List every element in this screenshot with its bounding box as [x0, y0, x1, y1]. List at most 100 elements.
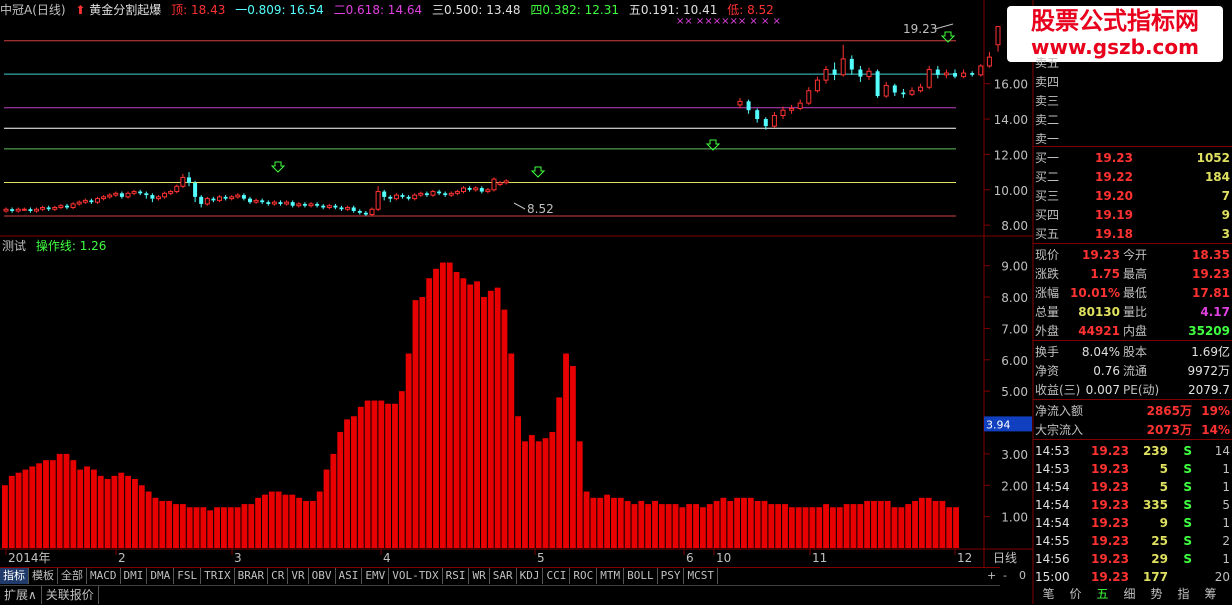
- candle-body: [150, 195, 155, 199]
- candle-body: [28, 209, 33, 212]
- indicator-bar: [43, 460, 49, 548]
- indicator-bar: [932, 500, 939, 548]
- tick-time: 14:53: [1035, 444, 1070, 458]
- candle-body: [978, 65, 984, 76]
- tab-SAR[interactable]: SAR: [490, 568, 517, 584]
- tab-CR[interactable]: CR: [268, 568, 289, 584]
- indicator-bar: [658, 504, 665, 548]
- tick-row: 14:55 19.23 25 S 2: [1033, 532, 1232, 550]
- tab-MTM[interactable]: MTM: [597, 568, 625, 584]
- buy-level-label: 买三: [1035, 189, 1060, 203]
- tab-FSL[interactable]: FSL: [174, 568, 202, 584]
- sell-level-row[interactable]: 卖三: [1033, 92, 1232, 110]
- indicator-bar: [918, 497, 925, 548]
- quote-value: 80130: [1078, 305, 1120, 319]
- tab-BOLL[interactable]: BOLL: [624, 568, 658, 584]
- operation-line-label: 操作线: 1.26: [35, 239, 107, 253]
- tab-VOL-TDX[interactable]: VOL-TDX: [389, 568, 443, 584]
- footer-tab-指[interactable]: 指: [1170, 585, 1197, 604]
- candle-body: [326, 205, 332, 208]
- indicator-bar: [672, 504, 679, 548]
- tick-direction: S: [1183, 534, 1192, 548]
- tab-模板[interactable]: 模板: [29, 568, 58, 584]
- tab-ROC[interactable]: ROC: [570, 568, 598, 584]
- footer-tab-价[interactable]: 价: [1062, 585, 1089, 604]
- sell-level-row[interactable]: 卖五: [1033, 54, 1232, 72]
- fib-top: 顶: 18.43: [171, 3, 226, 17]
- fundamental-row: 净资 0.76 流通 9972万: [1033, 362, 1232, 380]
- stock-title[interactable]: 中冠A(日线): [0, 3, 66, 17]
- tab-ASI[interactable]: ASI: [336, 568, 363, 584]
- tab-VR[interactable]: VR: [288, 568, 309, 584]
- tab-MACD[interactable]: MACD: [87, 568, 121, 584]
- candle-body: [369, 208, 375, 216]
- tab-RSI[interactable]: RSI: [443, 568, 470, 584]
- fundamental-value: 0.76: [1093, 364, 1120, 378]
- zoom-reset-button[interactable]: 0: [1019, 568, 1026, 584]
- indicator-bar: [227, 507, 234, 548]
- buy-level-row[interactable]: 买三 19.20 7: [1033, 187, 1232, 205]
- indicator-name[interactable]: 黄金分割起爆: [89, 3, 161, 17]
- candle-body: [746, 101, 751, 111]
- fundamental-label: 股本: [1123, 345, 1148, 359]
- bottom-tab-扩展∧[interactable]: 扩展∧: [0, 586, 42, 604]
- quote-label: 涨跌: [1035, 267, 1060, 281]
- candle-body: [789, 107, 795, 111]
- tab-CCI[interactable]: CCI: [543, 568, 571, 584]
- tab-OBV[interactable]: OBV: [309, 568, 336, 584]
- high-price-pointer: [934, 23, 954, 30]
- footer-tab-笔[interactable]: 笔: [1035, 585, 1062, 604]
- indicator-tick-label: 8.00: [1001, 291, 1028, 305]
- indicator-bar: [727, 500, 734, 548]
- tab-全部[interactable]: 全部: [58, 568, 87, 584]
- footer-tab-细[interactable]: 细: [1116, 585, 1143, 604]
- footer-tab-势[interactable]: 势: [1143, 585, 1170, 604]
- panel-separator: [1033, 243, 1232, 244]
- zoom-in-button[interactable]: +: [987, 568, 996, 584]
- tick-time: 14:55: [1035, 534, 1070, 548]
- tab-BRAR[interactable]: BRAR: [235, 568, 269, 584]
- indicator-panel-name[interactable]: 测试: [2, 239, 26, 253]
- tab-KDJ[interactable]: KDJ: [517, 568, 544, 584]
- sell-level-row[interactable]: 卖四: [1033, 73, 1232, 91]
- candle-body: [278, 202, 283, 204]
- indicator-bar: [645, 504, 652, 548]
- indicator-bar: [15, 472, 22, 548]
- candle-body: [168, 191, 174, 194]
- candle-body: [204, 198, 210, 205]
- tab-EMV[interactable]: EMV: [362, 568, 390, 584]
- buy-level-row[interactable]: 买四 19.19 9: [1033, 206, 1232, 224]
- tab-MCST[interactable]: MCST: [684, 568, 718, 584]
- footer-tab-筹[interactable]: 筹: [1197, 585, 1224, 604]
- zoom-out-button[interactable]: -: [1003, 568, 1007, 584]
- tab-WR[interactable]: WR: [469, 568, 490, 584]
- buy-level-row[interactable]: 买五 19.18 3: [1033, 225, 1232, 243]
- indicator-bar: [665, 504, 672, 548]
- footer-tab-五[interactable]: 五: [1089, 585, 1116, 604]
- candle-body: [892, 85, 897, 93]
- tab-TRIX[interactable]: TRIX: [201, 568, 235, 584]
- indicator-bar: [268, 491, 275, 548]
- tab-PSY[interactable]: PSY: [658, 568, 685, 584]
- buy-level-volume: 7: [1221, 189, 1230, 203]
- quote-label: 内盘: [1123, 324, 1148, 338]
- fundamental-label: 净资: [1035, 364, 1060, 378]
- indicator-bar: [70, 460, 77, 548]
- sell-level-row[interactable]: 卖二: [1033, 111, 1232, 129]
- tab-DMA[interactable]: DMA: [147, 568, 175, 584]
- tab-指标[interactable]: 指标: [0, 568, 29, 584]
- buy-level-row[interactable]: 买一 19.23 1052: [1033, 149, 1232, 167]
- tab-DMI[interactable]: DMI: [121, 568, 148, 584]
- indicator-bar: [864, 500, 871, 548]
- bottom-tab-关联报价[interactable]: 关联报价: [42, 586, 99, 604]
- buy-level-row[interactable]: 买二 19.22 184: [1033, 168, 1232, 186]
- candle-body: [345, 206, 351, 210]
- candle-body: [823, 69, 829, 81]
- quote-label: 量比: [1123, 305, 1148, 319]
- indicator-bar: [816, 507, 823, 548]
- candle-body: [485, 189, 491, 193]
- quote-label: 现价: [1035, 248, 1060, 262]
- candle-body: [260, 200, 265, 203]
- buy-level-volume: 1052: [1196, 151, 1230, 165]
- candle-body: [771, 115, 777, 127]
